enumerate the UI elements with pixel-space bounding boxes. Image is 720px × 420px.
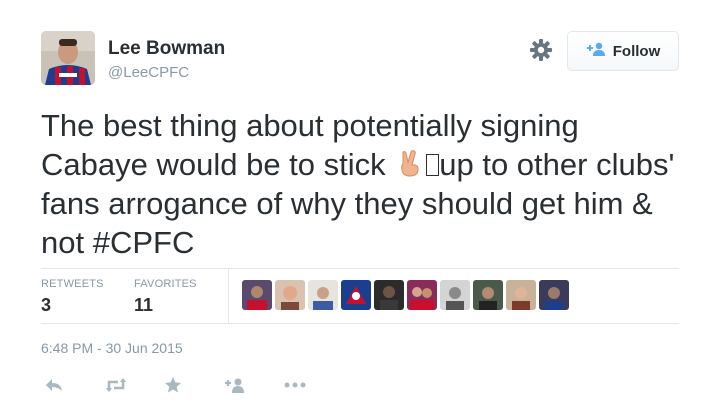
user-name[interactable]: Lee Bowman	[108, 38, 225, 60]
gear-icon[interactable]	[529, 38, 553, 62]
favorites-stat[interactable]: FAVORITES 11	[134, 278, 197, 316]
tweet-text: The best thing about potentially signing…	[41, 106, 691, 262]
stats-vertical-divider	[228, 268, 229, 323]
add-user-icon	[586, 42, 606, 61]
more-icon[interactable]	[284, 374, 344, 396]
favoriter-avatar[interactable]	[506, 280, 536, 310]
avatar[interactable]	[41, 31, 95, 85]
retweet-icon[interactable]	[104, 374, 164, 396]
tweet-timestamp[interactable]: 6:48 PM - 30 Jun 2015	[41, 340, 183, 356]
favorite-icon[interactable]	[164, 374, 224, 396]
retweets-stat[interactable]: RETWEETS 3	[41, 278, 104, 316]
favoriter-avatar[interactable]	[242, 280, 272, 310]
favoriter-avatar[interactable]	[374, 280, 404, 310]
favoriter-avatar[interactable]	[308, 280, 338, 310]
follow-label: Follow	[612, 42, 661, 60]
user-handle[interactable]: @LeeCPFC	[108, 64, 189, 81]
stats-bottom-divider	[41, 323, 679, 324]
tweet-actions	[44, 374, 344, 396]
favoriter-avatar[interactable]	[473, 280, 503, 310]
favoriters-list	[242, 280, 569, 310]
favorites-label: FAVORITES	[134, 278, 197, 290]
favoriter-avatar[interactable]	[341, 280, 371, 310]
reply-icon[interactable]	[44, 374, 104, 396]
victory-hand-emoji-icon	[394, 148, 424, 178]
retweets-value: 3	[41, 295, 52, 315]
favorites-value: 11	[134, 295, 154, 315]
missing-glyph-box	[426, 154, 440, 176]
stats-top-divider	[41, 268, 679, 269]
favoriter-avatar[interactable]	[440, 280, 470, 310]
favoriter-avatar[interactable]	[539, 280, 569, 310]
favoriter-avatar[interactable]	[407, 280, 437, 310]
follow-button[interactable]: Follow	[567, 31, 679, 71]
retweets-label: RETWEETS	[41, 278, 104, 290]
follow-icon[interactable]	[224, 374, 284, 396]
favoriter-avatar[interactable]	[275, 280, 305, 310]
